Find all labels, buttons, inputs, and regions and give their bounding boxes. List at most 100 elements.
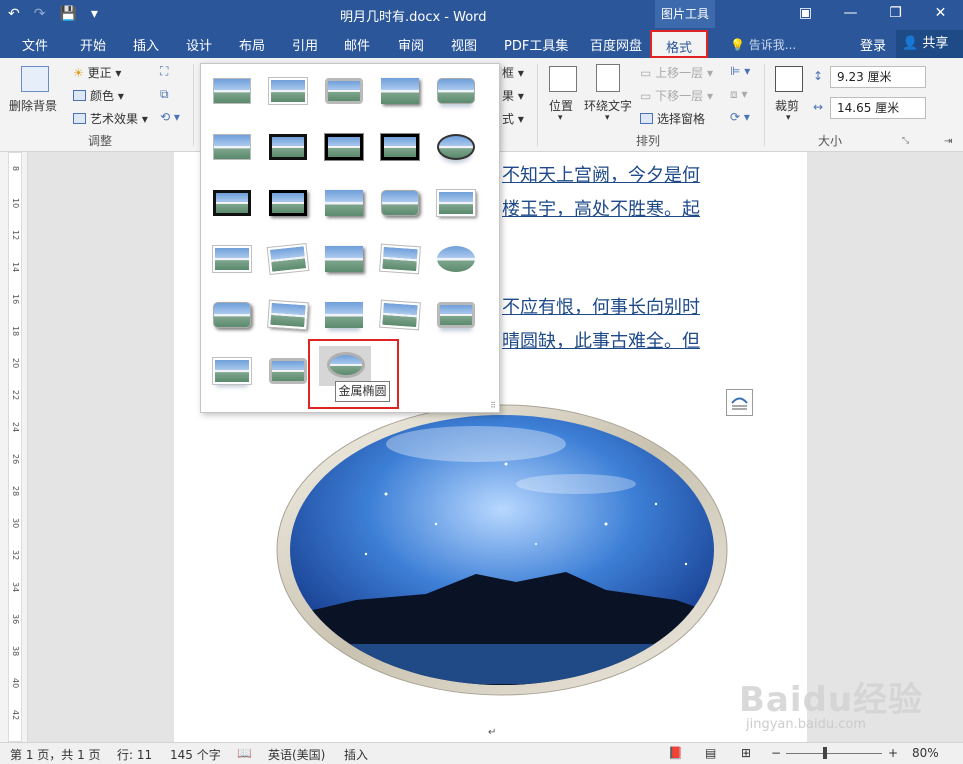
align-icon[interactable]: ⊫ ▾ (730, 64, 750, 78)
send-backward-button[interactable]: ▭ 下移一层 ▾ (640, 87, 713, 104)
document-line-2[interactable]: 楼玉宇，高处不胜寒。起 (502, 195, 700, 221)
rotate-icon[interactable]: ⟳ ▾ (730, 110, 750, 124)
gallery-item[interactable] (319, 182, 367, 224)
gallery-item[interactable] (263, 70, 311, 112)
compress-pictures-icon[interactable]: ⛶ (160, 64, 168, 79)
picture-effects-label: 果 (502, 89, 515, 103)
group-objects-icon[interactable]: ⧈ ▾ (730, 87, 747, 102)
customize-qat-icon[interactable]: ▾ (91, 6, 98, 22)
zoom-slider-thumb[interactable] (823, 747, 827, 759)
gallery-item[interactable] (263, 294, 311, 336)
gallery-item[interactable] (263, 182, 311, 224)
gallery-item[interactable] (207, 182, 255, 224)
zoom-level[interactable]: 80% (912, 746, 939, 760)
save-icon[interactable]: 💾 (59, 6, 76, 22)
gallery-item[interactable] (319, 294, 367, 336)
tab-baidu-netdisk[interactable]: 百度网盘 (590, 35, 642, 54)
zoom-out-icon[interactable]: − (771, 746, 781, 760)
gallery-item[interactable] (207, 70, 255, 112)
share-button[interactable]: 👤 共享 (896, 30, 963, 58)
read-mode-icon[interactable]: 📕 (668, 746, 683, 760)
word-count[interactable]: 145 个字 (170, 746, 221, 763)
gallery-item[interactable] (431, 182, 479, 224)
pin-ribbon-icon[interactable]: ⇥ (944, 136, 952, 147)
change-picture-icon[interactable]: ⧉ (160, 87, 169, 102)
gallery-item[interactable] (263, 350, 311, 392)
web-layout-icon[interactable]: ⊞ (741, 746, 751, 760)
artistic-effects-button[interactable]: 艺术效果 ▾ (73, 110, 148, 127)
undo-icon[interactable]: ↶ (8, 6, 20, 22)
gallery-item[interactable] (431, 294, 479, 336)
position-button[interactable]: 位置 (549, 97, 573, 114)
layout-options-icon[interactable] (726, 389, 753, 416)
size-dialog-launcher-icon[interactable]: ⤡ (902, 136, 909, 146)
ribbon-display-icon[interactable]: ▣ (783, 0, 828, 28)
login-button[interactable]: 登录 (860, 35, 886, 54)
insert-mode[interactable]: 插入 (344, 746, 368, 763)
crop-icon (775, 66, 803, 92)
redo-icon[interactable]: ↷ (34, 6, 46, 22)
gallery-item[interactable] (207, 350, 255, 392)
wrap-text-button[interactable]: 环绕文字 (584, 97, 632, 114)
page-count[interactable]: 第 1 页，共 1 页 (10, 746, 101, 763)
picture-effects-button[interactable]: 果 ▾ (502, 87, 524, 104)
selected-picture-metal-oval[interactable] (276, 404, 728, 696)
restore-icon[interactable]: ❐ (873, 0, 918, 28)
gallery-item[interactable] (319, 70, 367, 112)
width-field[interactable]: 14.65 厘米 (830, 97, 926, 119)
gallery-item[interactable] (431, 238, 479, 280)
gallery-item[interactable] (375, 294, 423, 336)
print-layout-icon[interactable]: ▤ (705, 746, 716, 760)
gallery-item[interactable] (263, 238, 311, 280)
color-button[interactable]: 颜色 ▾ (73, 87, 124, 104)
proofing-icon[interactable]: 📖 (237, 746, 252, 760)
minimize-icon[interactable]: — (828, 0, 873, 28)
zoom-in-icon[interactable]: + (888, 746, 898, 760)
tab-home[interactable]: 开始 (80, 35, 106, 54)
gallery-item[interactable] (263, 126, 311, 168)
height-field[interactable]: 9.23 厘米 (830, 66, 926, 88)
line-number[interactable]: 行: 11 (117, 746, 152, 763)
resize-grip-icon[interactable]: ⠿ (490, 401, 496, 410)
tab-file[interactable]: 文件 (22, 35, 48, 54)
picture-layout-button[interactable]: 式 ▾ (502, 110, 524, 127)
tell-me-search[interactable]: 💡 告诉我... (730, 36, 796, 53)
close-icon[interactable]: ✕ (918, 0, 963, 28)
tab-insert[interactable]: 插入 (133, 35, 159, 54)
tab-layout[interactable]: 布局 (239, 35, 265, 54)
document-line-3[interactable]: 不应有恨，何事长向别时 (502, 293, 700, 319)
document-line-4[interactable]: 晴圆缺，此事古难全。但 (502, 327, 700, 353)
corrections-button[interactable]: ☀ 更正 ▾ (73, 64, 121, 81)
bring-forward-label: 上移一层 (655, 66, 704, 80)
document-line-1[interactable]: 不知天上宫阙，今夕是何 (502, 161, 700, 187)
gallery-item[interactable] (319, 126, 367, 168)
tab-view[interactable]: 视图 (451, 35, 477, 54)
gallery-item[interactable] (431, 126, 479, 168)
gallery-item[interactable] (375, 126, 423, 168)
gallery-item[interactable] (375, 70, 423, 112)
gallery-item[interactable] (207, 126, 255, 168)
tab-review[interactable]: 审阅 (398, 35, 424, 54)
gallery-item[interactable] (431, 70, 479, 112)
ruler-number: 18 (11, 326, 20, 337)
language[interactable]: 英语(美国) (268, 746, 325, 763)
tab-design[interactable]: 设计 (186, 35, 212, 54)
picture-border-button[interactable]: 框 ▾ (502, 64, 524, 81)
gallery-item[interactable] (207, 238, 255, 280)
gallery-item[interactable] (319, 238, 367, 280)
selection-pane-label: 选择窗格 (657, 112, 706, 126)
tab-pdf-tools[interactable]: PDF工具集 (504, 35, 568, 54)
tab-references[interactable]: 引用 (292, 35, 318, 54)
remove-background-button[interactable]: 删除背景 (9, 97, 57, 114)
bring-forward-button[interactable]: ▭ 上移一层 ▾ (640, 64, 713, 81)
reset-picture-icon[interactable]: ⟲ ▾ (160, 110, 180, 124)
zoom-slider[interactable] (786, 753, 882, 754)
gallery-item[interactable] (375, 182, 423, 224)
artistic-effects-label: 艺术效果 (90, 112, 139, 126)
gallery-item[interactable] (375, 238, 423, 280)
selection-pane-button[interactable]: 选择窗格 (640, 110, 705, 127)
gallery-item[interactable] (207, 294, 255, 336)
crop-button[interactable]: 裁剪 (775, 97, 799, 114)
tab-format[interactable]: 格式 (650, 30, 709, 58)
tab-mailings[interactable]: 邮件 (344, 35, 370, 54)
